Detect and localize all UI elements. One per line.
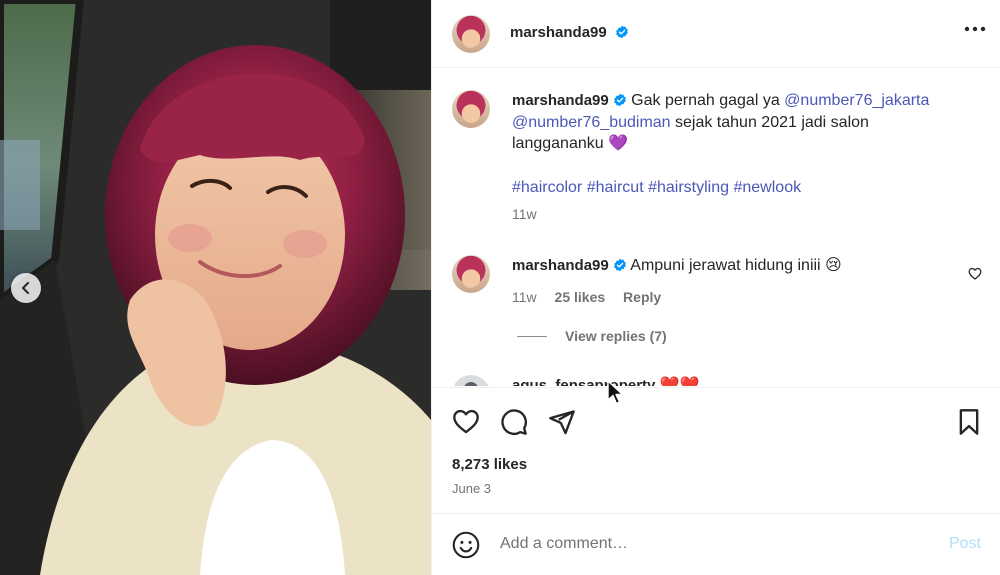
- hashtag-hairstyling[interactable]: #hairstyling: [648, 179, 729, 196]
- comments-list[interactable]: marshanda99 Gak pernah gagal ya @number7…: [432, 69, 1000, 386]
- post-header: marshanda99: [432, 0, 1000, 68]
- comment-item: marshanda99 Ampuni jerawat hidung iniii …: [452, 255, 982, 315]
- chevron-left-icon: [22, 282, 29, 294]
- comment-reply-button[interactable]: Reply: [623, 289, 661, 305]
- caption-mention-jakarta[interactable]: @number76_jakarta: [784, 92, 929, 109]
- post-media[interactable]: [0, 0, 431, 575]
- add-comment-bar: Post: [432, 513, 1000, 575]
- post-details-panel: marshanda99 marshanda99 Gak pernah gagal…: [431, 0, 1000, 575]
- comment-text: Ampuni jerawat hidung iniii 😢: [630, 257, 842, 274]
- comment-like-heart-icon[interactable]: [968, 267, 982, 280]
- comment-username[interactable]: marshanda99: [512, 257, 609, 274]
- carousel-indicator: [203, 550, 219, 556]
- caption-text-1: Gak pernah gagal ya: [631, 92, 785, 109]
- verified-badge-icon: [613, 93, 626, 107]
- caption-author-avatar[interactable]: [452, 90, 490, 128]
- hashtag-haircut[interactable]: #haircut: [587, 179, 644, 196]
- heart-icon[interactable]: [452, 408, 480, 434]
- hashtag-newlook[interactable]: #newlook: [733, 179, 801, 196]
- caption-body: marshanda99 Gak pernah gagal ya @number7…: [512, 90, 962, 226]
- bookmark-icon[interactable]: [957, 408, 981, 436]
- carousel-prev-button[interactable]: [11, 273, 41, 303]
- view-replies-button[interactable]: View replies (7): [517, 328, 667, 344]
- caption-hashtags: #haircolor #haircut #hairstyling #newloo…: [512, 177, 962, 199]
- caption-meta: 11w: [512, 204, 962, 226]
- likes-count[interactable]: 8,273 likes: [452, 456, 527, 473]
- comment-author-avatar[interactable]: [452, 255, 490, 293]
- more-horizontal-icon[interactable]: [964, 26, 986, 32]
- comment-item: agus_fensaproperty ❤️❤️: [452, 375, 982, 386]
- verified-badge-icon: [616, 25, 629, 39]
- comment-text: ❤️❤️: [659, 377, 700, 386]
- caption-entry: marshanda99 Gak pernah gagal ya @number7…: [452, 90, 982, 240]
- view-replies-label: View replies (7): [565, 328, 667, 344]
- carousel-dot-active: [213, 550, 219, 556]
- comment-input[interactable]: [500, 530, 920, 558]
- comment-username[interactable]: agus_fensaproperty: [512, 377, 655, 386]
- caption-mention-budiman[interactable]: @number76_budiman: [512, 114, 671, 131]
- post-date[interactable]: June 3: [452, 481, 491, 496]
- caption-age: 11w: [512, 206, 537, 222]
- verified-badge-icon: [613, 258, 626, 272]
- caption-author-username[interactable]: marshanda99: [512, 92, 609, 109]
- smiley-icon[interactable]: [452, 531, 480, 559]
- comment-meta: 11w 25 likes Reply: [512, 287, 962, 309]
- comment-age: 11w: [512, 288, 537, 305]
- mouse-cursor-icon: [607, 380, 624, 405]
- replies-divider: [517, 335, 547, 337]
- hashtag-haircolor[interactable]: #haircolor: [512, 179, 582, 196]
- comment-body: marshanda99 Ampuni jerawat hidung iniii …: [512, 255, 962, 308]
- author-username[interactable]: marshanda99: [510, 24, 607, 41]
- author-avatar[interactable]: [452, 15, 490, 53]
- comment-body: agus_fensaproperty ❤️❤️: [512, 375, 962, 386]
- post-photo: [0, 0, 431, 575]
- comment-author-avatar[interactable]: [452, 375, 490, 386]
- paper-plane-icon[interactable]: [548, 408, 576, 436]
- comment-bubble-icon[interactable]: [500, 408, 528, 436]
- carousel-dot: [203, 550, 209, 556]
- post-actions: 8,273 likes June 3: [432, 387, 1000, 512]
- post-comment-button[interactable]: Post: [949, 535, 981, 553]
- comment-likes[interactable]: 25 likes: [555, 289, 606, 305]
